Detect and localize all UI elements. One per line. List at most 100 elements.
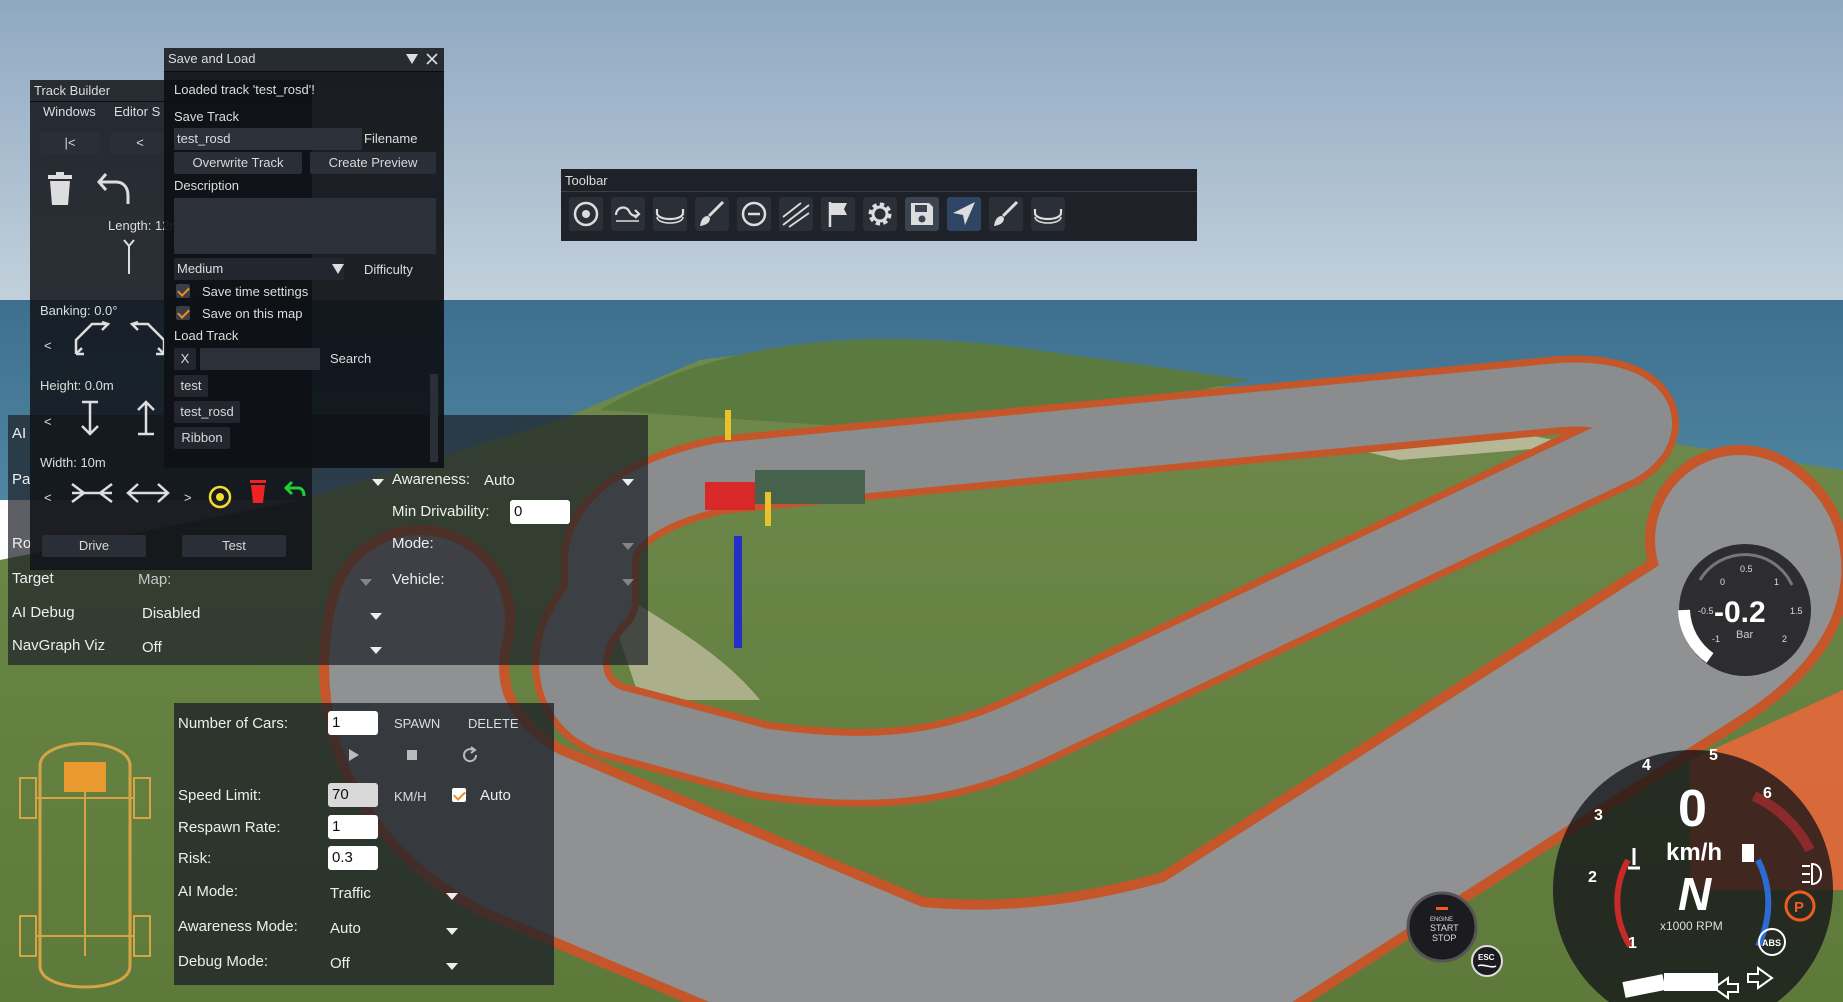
boost-tick-3: 1.5 [1790,606,1803,616]
close-icon[interactable] [426,53,438,65]
test-button[interactable]: Test [182,535,286,557]
awareness-value[interactable]: Auto [484,472,515,489]
description-textarea[interactable] [174,198,436,254]
boost-tick-0: 0 [1720,577,1725,587]
load-track-section: Load Track [174,328,239,343]
boost-tick-5: -0.5 [1698,606,1714,616]
gear-icon[interactable] [863,197,897,231]
ramp-icon[interactable] [779,197,813,231]
overwrite-track-button[interactable]: Overwrite Track [174,152,302,174]
trash-icon[interactable] [46,172,74,206]
awareness-mode-dropdown-caret[interactable] [446,928,458,935]
play-icon[interactable] [348,748,360,762]
engine-start-stop-button[interactable]: ENGINE START STOP [1406,891,1478,963]
awareness-dropdown-caret[interactable] [622,479,634,486]
clear-search-button[interactable]: X [174,348,196,370]
width-widen-icon[interactable] [126,480,170,506]
risk-input[interactable]: 0.3 [328,846,378,870]
awareness-mode-value[interactable]: Auto [330,920,361,937]
speed-unit-label: KM/H [394,789,427,804]
menu-windows[interactable]: Windows [43,104,96,119]
debug-mode-dropdown-caret[interactable] [446,963,458,970]
save-map-checkbox[interactable] [176,306,190,320]
speed-limit-input[interactable]: 70 [328,783,378,807]
navgraph-value[interactable]: Off [142,639,162,656]
width-narrow-icon[interactable] [70,480,114,506]
width-right-small[interactable]: > [184,490,192,505]
map-label: Map: [138,571,172,588]
height-up-icon[interactable] [134,398,158,438]
brush-icon[interactable] [695,197,729,231]
nav-first-button[interactable]: |< [40,132,100,154]
ai-mode-value[interactable]: Traffic [330,885,371,902]
awareness-dropdown-left-caret[interactable] [372,479,384,486]
speed-limit-label: Speed Limit: [178,787,262,804]
bank-left-icon[interactable] [72,320,112,360]
delete-button[interactable]: DELETE [468,716,519,731]
min-drivability-input[interactable]: 0 [510,500,570,524]
bank-right-icon[interactable] [128,320,168,360]
save-icon[interactable] [905,197,939,231]
target-yellow-icon[interactable] [207,484,233,510]
target-icon[interactable] [569,197,603,231]
ai-left-label-2: Ro [12,535,32,552]
ai-debug-dropdown-caret[interactable] [370,613,382,620]
road-path-icon[interactable] [611,197,645,231]
collapse-icon[interactable] [406,53,418,65]
boost-value: -0.2 [1714,596,1766,629]
search-input[interactable] [200,348,320,370]
difficulty-chevron-down-icon[interactable] [332,264,344,274]
width-label: Width: 10m [40,455,106,470]
flag-icon[interactable] [821,197,855,231]
map-dropdown-caret[interactable] [360,579,372,586]
halfpipe-icon[interactable] [653,197,687,231]
vehicle-label: Vehicle: [392,571,445,588]
filename-input[interactable]: test_rosd [174,128,362,150]
track-list-item-2[interactable]: Ribbon [174,427,230,449]
create-preview-button[interactable]: Create Preview [310,152,436,174]
red-trash-icon[interactable] [248,478,268,504]
difficulty-select[interactable]: Medium [174,258,344,280]
speedometer-gauge: 1 2 3 4 5 6 0 km/h N x1000 RPM P ABS [1553,747,1833,1002]
engine-label-1: START [1430,923,1459,933]
stop-icon[interactable] [406,749,418,761]
save-map-label: Save on this map [202,306,303,321]
ai-mode-dropdown-caret[interactable] [446,893,458,900]
paint-brush-icon[interactable] [989,197,1023,231]
navgraph-dropdown-caret[interactable] [370,647,382,654]
ai-debug-label: AI Debug [12,604,75,621]
num-cars-input[interactable]: 1 [328,711,378,735]
mode-dropdown-caret[interactable] [622,543,634,550]
width-left-small[interactable]: < [44,490,52,505]
ai-debug-value[interactable]: Disabled [142,605,200,622]
spawn-button[interactable]: SPAWN [394,716,440,731]
fuel-icon [1742,844,1754,862]
debug-mode-value[interactable]: Off [330,955,350,972]
respawn-input[interactable]: 1 [328,815,378,839]
banking-left-small[interactable]: < [44,338,52,353]
green-undo-icon[interactable] [284,480,306,500]
save-time-checkbox[interactable] [176,284,190,298]
drive-button[interactable]: Drive [42,535,146,557]
refresh-icon[interactable] [461,746,479,764]
parking-label: P [1794,899,1804,916]
rpm-tick-3: 3 [1594,807,1603,824]
nav-prev-button[interactable]: < [110,132,170,154]
speed-auto-checkbox[interactable] [452,788,466,802]
save-time-label: Save time settings [202,284,309,299]
menu-editor-settings[interactable]: Editor S [114,104,160,119]
undo-icon[interactable] [96,170,132,206]
track-list-scrollbar[interactable] [430,374,438,462]
minus-circle-icon[interactable] [737,197,771,231]
height-left-small[interactable]: < [44,414,52,429]
vehicle-dropdown-caret[interactable] [622,579,634,586]
track-list-item-0[interactable]: test [174,375,208,397]
rpm-tick-6: 6 [1763,785,1772,802]
track-list-item-1[interactable]: test_rosd [174,401,240,423]
pipe-icon[interactable] [1031,197,1065,231]
save-load-panel: Save and Load Loaded track 'test_rosd'! … [164,48,444,468]
height-down-icon[interactable] [78,398,102,438]
boost-tick-6: -1 [1712,634,1720,644]
navigate-icon[interactable] [947,197,981,231]
toolbar-panel: Toolbar [561,169,1197,241]
